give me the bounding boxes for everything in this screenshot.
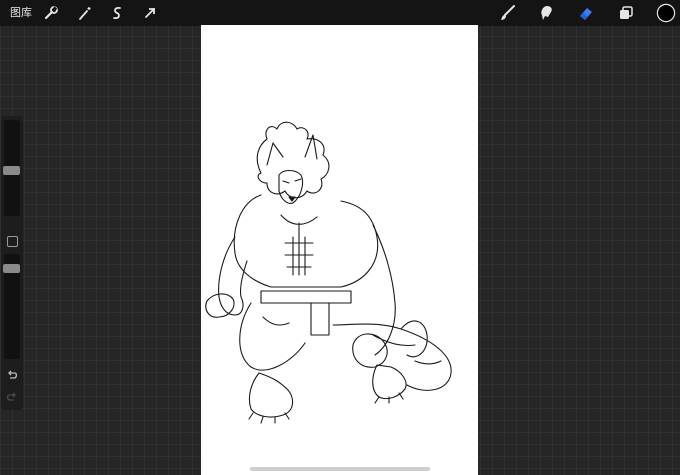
- brush-tool-button[interactable]: [498, 3, 518, 23]
- smudge-icon: [541, 6, 552, 20]
- selection-button[interactable]: [107, 3, 127, 23]
- drawing-canvas[interactable]: [201, 25, 478, 475]
- magic-wand-icon: [79, 7, 91, 20]
- brush-size-slider[interactable]: [3, 120, 20, 216]
- left-arm: [218, 236, 248, 316]
- brush-icon: [501, 5, 515, 20]
- eraser-icon: [580, 8, 592, 20]
- opacity-slider[interactable]: [3, 254, 20, 359]
- wolf-ear-left: [266, 142, 284, 166]
- adjustments-button[interactable]: [75, 3, 95, 23]
- chest-line: [280, 214, 318, 276]
- wrench-icon: [44, 6, 58, 20]
- wolf-nose: [288, 196, 296, 202]
- left-foot: [248, 372, 294, 418]
- pants: [239, 302, 452, 391]
- home-indicator: [250, 467, 430, 471]
- brush-size-thumb[interactable]: [3, 166, 20, 175]
- transform-arrow-icon: [145, 8, 155, 18]
- color-button[interactable]: [655, 2, 677, 24]
- undo-button[interactable]: [4, 368, 20, 382]
- top-toolbar: 图库: [0, 0, 680, 26]
- werewolf-line-art: [205, 121, 452, 424]
- modify-button[interactable]: [7, 236, 18, 247]
- gallery-button[interactable]: 图库: [10, 5, 32, 21]
- undo-arrow-icon: [8, 370, 18, 379]
- color-swatch-icon: [656, 3, 676, 23]
- smudge-tool-button[interactable]: [537, 3, 557, 23]
- actions-button[interactable]: [41, 3, 61, 23]
- redo-arrow-icon: [6, 392, 16, 401]
- opacity-thumb[interactable]: [3, 264, 20, 273]
- wolf-eyes: [282, 178, 302, 184]
- torso: [233, 194, 379, 288]
- belt-flap: [310, 302, 330, 336]
- layers-button[interactable]: [616, 3, 636, 23]
- right-fist: [352, 333, 388, 368]
- transform-button[interactable]: [140, 3, 160, 23]
- belt: [260, 290, 352, 304]
- selection-icon: [113, 6, 121, 20]
- redo-button[interactable]: [4, 390, 20, 404]
- layers-icon: [620, 6, 633, 19]
- sidebar: [1, 116, 23, 410]
- eraser-tool-button[interactable]: [576, 3, 596, 23]
- right-foot: [372, 364, 407, 400]
